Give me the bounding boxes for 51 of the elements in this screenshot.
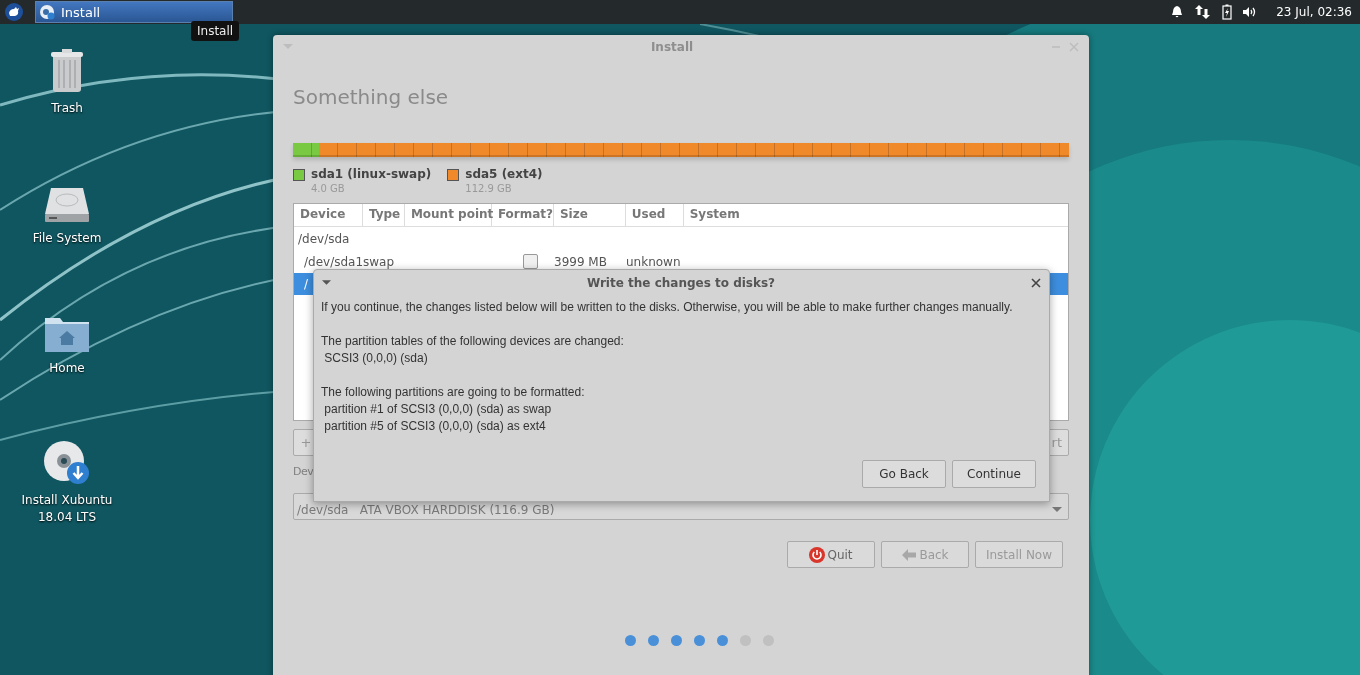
column-header[interactable]: Size — [553, 204, 626, 226]
tooltip: Install — [191, 21, 240, 41]
trash-can-icon[interactable] — [49, 48, 85, 94]
desktop-icon-label[interactable]: File System — [32, 230, 102, 247]
device-label: Dev — [293, 464, 314, 480]
network-arrows-icon[interactable] — [1194, 4, 1213, 20]
dialog-text: If you continue, the changes listed below will be written to the disks. Otherwise, you will be able to make further changes manually. — [321, 299, 1014, 316]
table-cell-text: swap — [363, 254, 396, 269]
desktop-icon-label[interactable]: Install Xubuntu 18.04 LTS — [21, 492, 113, 526]
bell-icon[interactable] — [1170, 5, 1185, 19]
format-checkbox[interactable] — [523, 254, 538, 269]
dialog-button[interactable]: Continue — [952, 460, 1036, 488]
battery-icon[interactable] — [1222, 4, 1233, 20]
column-header[interactable]: Mount point — [404, 204, 492, 226]
desktop-icon-label[interactable]: Home — [49, 360, 85, 377]
close-icon[interactable] — [1031, 278, 1041, 288]
table-row[interactable]: /dev/sda — [294, 227, 1068, 250]
dropdown-caret-icon — [1052, 506, 1062, 513]
column-header[interactable]: Device — [294, 204, 363, 226]
page-heading: Something else — [293, 84, 450, 111]
installer-app-icon — [39, 4, 55, 20]
back-arrow-icon — [901, 547, 918, 562]
dialog-title: Write the changes to disks? — [585, 276, 777, 290]
install-disc-icon[interactable] — [43, 440, 91, 486]
partition-name: sda5 (ext4) — [465, 166, 543, 182]
column-header[interactable]: Type — [362, 204, 405, 226]
partition-size: 112.9 GB — [465, 182, 513, 196]
hard-drive-icon[interactable] — [43, 186, 91, 224]
dialog-text: The partition tables of the following devices are changed: — [321, 333, 625, 350]
partition-size: 4.0 GB — [311, 182, 346, 196]
dialog-text: SCSI3 (0,0,0) (sda) — [323, 350, 429, 367]
dialog-text: The following partitions are going to be formatted: — [321, 384, 586, 401]
column-header[interactable]: Used — [625, 204, 684, 226]
table-cell-text: /dev/sda1 — [303, 254, 363, 269]
column-header[interactable]: System — [683, 204, 1068, 226]
table-row[interactable]: /dev/sda1swap 3999 MB unknown — [294, 250, 1068, 273]
dialog-text: partition #1 of SCSI3 (0,0,0) (sda) as swap — [323, 401, 553, 418]
table-cell-text: / — [303, 277, 309, 291]
dialog-text: partition #5 of SCSI3 (0,0,0) (sda) as ext4 — [323, 418, 547, 435]
window-title: Install — [649, 40, 695, 54]
dialog-menu-icon[interactable] — [322, 280, 331, 286]
taskbar-button[interactable]: Install — [35, 1, 233, 23]
dialog-button[interactable]: Go Back — [862, 460, 946, 488]
table-cell: unknown — [626, 254, 681, 269]
partition-name: sda1 (linux-swap) — [311, 166, 432, 182]
desktop-icon-label[interactable]: Trash — [51, 100, 83, 117]
table-cell: /dev/sda — [298, 231, 350, 246]
power-icon — [809, 546, 826, 563]
table-cell-text: 3999 MB — [554, 254, 608, 269]
nav-button[interactable]: Quit — [787, 541, 875, 568]
clock[interactable]: 23 Jul, 02:36 — [1276, 5, 1352, 19]
